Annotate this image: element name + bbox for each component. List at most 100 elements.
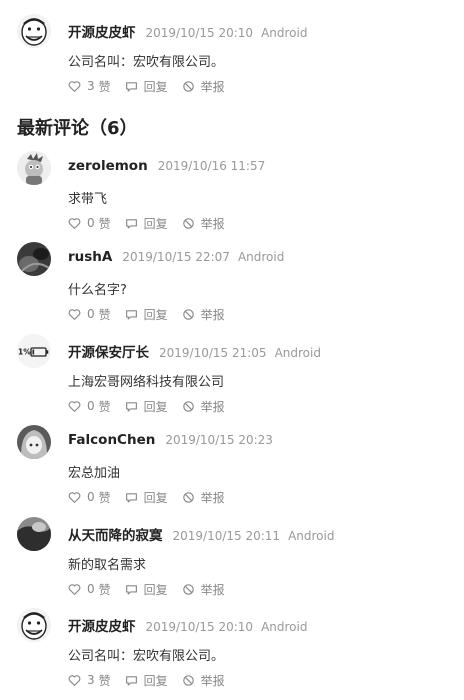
- dark-photo-avatar[interactable]: [17, 242, 51, 276]
- comment-actions: 3 赞 回复 举报: [68, 77, 239, 95]
- report-button[interactable]: 举报: [182, 398, 225, 415]
- comment-text: 什么名字?: [68, 283, 127, 298]
- like-button[interactable]: 3 赞: [68, 78, 111, 95]
- report-button[interactable]: 举报: [182, 215, 225, 232]
- like-count: 0: [87, 307, 95, 321]
- like-count: 3: [87, 673, 95, 687]
- comment-author[interactable]: 开源皮皮虾: [68, 615, 136, 635]
- comment-author[interactable]: 开源皮皮虾: [68, 21, 136, 41]
- reply-button[interactable]: 回复: [125, 215, 168, 232]
- report-label: 举报: [200, 582, 225, 597]
- comment-device: Android: [237, 250, 285, 264]
- comment-device: Android: [288, 529, 335, 543]
- reply-button[interactable]: 回复: [125, 672, 168, 689]
- reply-label: 回复: [143, 216, 168, 231]
- like-label: 赞: [98, 673, 111, 688]
- comment-meta: 开源皮皮虾 2019/10/15 20:10 Android: [68, 21, 307, 41]
- cartoon-character-avatar[interactable]: [17, 151, 51, 185]
- comment-meta: zerolemon 2019/10/16 11:57: [68, 158, 273, 178]
- like-count: 0: [87, 216, 95, 230]
- comment-author[interactable]: 开源保安厅长: [68, 341, 149, 361]
- like-label: 赞: [98, 79, 111, 94]
- comment-time: 2019/10/15 20:23: [165, 433, 273, 447]
- heart-icon: [68, 583, 81, 595]
- comment-text: 新的取名需求: [68, 558, 147, 573]
- comment-time: 2019/10/15 21:05: [159, 346, 267, 360]
- comment-item: 从天而降的寂寞 2019/10/15 20:11 Android 新的取名需求 …: [0, 517, 464, 609]
- report-label: 举报: [200, 399, 225, 414]
- like-button[interactable]: 0 赞: [68, 306, 111, 323]
- comment-bubble-icon: [125, 218, 137, 229]
- report-button[interactable]: 举报: [182, 78, 225, 95]
- comment-actions: 0 赞 回复 举报: [68, 214, 239, 232]
- ban-icon: [182, 674, 194, 686]
- heart-icon: [68, 308, 81, 320]
- like-button[interactable]: 0 赞: [68, 398, 111, 415]
- comment-item: FalconChen 2019/10/15 20:23 宏总加油 0 赞 回复 …: [0, 425, 464, 517]
- like-button[interactable]: 0 赞: [68, 489, 111, 506]
- like-button[interactable]: 0 赞: [68, 215, 111, 232]
- comment-item: 开源皮皮虾 2019/10/15 20:10 Android 公司名叫：宏吹有限…: [0, 608, 464, 700]
- report-button[interactable]: 举报: [182, 581, 225, 598]
- comment-text: 求带飞: [68, 192, 108, 207]
- battery-percent: 1%: [18, 348, 31, 357]
- comment-time: 2019/10/16 11:57: [157, 159, 266, 173]
- reply-label: 回复: [143, 582, 168, 597]
- comment-bubble-icon: [125, 81, 137, 92]
- reply-button[interactable]: 回复: [125, 398, 168, 415]
- comment-actions: 3 赞 回复 举报: [68, 671, 239, 689]
- comment-item: zerolemon 2019/10/16 11:57 求带飞 0 赞 回复 举报: [0, 151, 464, 243]
- meme-face-avatar[interactable]: [17, 608, 51, 642]
- report-label: 举报: [200, 307, 225, 322]
- comment-meta: FalconChen 2019/10/15 20:23: [68, 432, 281, 452]
- comment-author[interactable]: FalconChen: [68, 432, 155, 448]
- comment-device: Android: [261, 620, 308, 634]
- reply-label: 回复: [143, 79, 168, 94]
- ban-icon: [182, 80, 194, 92]
- like-button[interactable]: 0 赞: [68, 581, 111, 598]
- reply-button[interactable]: 回复: [125, 489, 168, 506]
- comment-author[interactable]: 从天而降的寂寞: [68, 524, 163, 544]
- comment-meta: 从天而降的寂寞 2019/10/15 20:11 Android: [68, 524, 334, 544]
- comment-bubble-icon: [125, 675, 137, 686]
- comment-time: 2019/10/15 20:10: [145, 620, 254, 634]
- grayscale-photo-avatar[interactable]: [17, 517, 51, 551]
- reply-label: 回复: [143, 490, 168, 505]
- comment-bubble-icon: [125, 309, 137, 320]
- comment-item: rushA 2019/10/15 22:07 Android 什么名字? 0 赞…: [0, 242, 464, 334]
- report-button[interactable]: 举报: [182, 489, 225, 506]
- comment-text: 公司名叫：宏吹有限公司。: [68, 55, 225, 70]
- reply-button[interactable]: 回复: [125, 78, 168, 95]
- report-label: 举报: [200, 490, 225, 505]
- heart-icon: [68, 80, 81, 92]
- like-label: 赞: [98, 399, 111, 414]
- comment-time: 2019/10/15 20:10: [145, 26, 254, 40]
- comment-text: 公司名叫：宏吹有限公司。: [68, 649, 225, 664]
- reply-button[interactable]: 回复: [125, 306, 168, 323]
- report-button[interactable]: 举报: [182, 672, 225, 689]
- comment-bubble-icon: [125, 401, 137, 412]
- comment-author[interactable]: rushA: [68, 249, 112, 265]
- comment-meta: 开源皮皮虾 2019/10/15 20:10 Android: [68, 615, 307, 635]
- comment-author[interactable]: zerolemon: [68, 158, 148, 174]
- ban-icon: [182, 491, 194, 503]
- report-label: 举报: [200, 79, 225, 94]
- report-button[interactable]: 举报: [182, 306, 225, 323]
- comment-text: 宏总加油: [68, 466, 121, 481]
- like-count: 3: [87, 79, 95, 93]
- anime-girl-avatar[interactable]: [17, 425, 51, 459]
- comment-text: 上海宏哥网络科技有限公司: [68, 375, 225, 390]
- comment-actions: 0 赞 回复 举报: [68, 580, 239, 598]
- section-title: 最新评论（6）: [17, 118, 138, 139]
- reply-button[interactable]: 回复: [125, 581, 168, 598]
- like-label: 赞: [98, 582, 111, 597]
- like-button[interactable]: 3 赞: [68, 672, 111, 689]
- meme-face-avatar[interactable]: [17, 14, 51, 48]
- report-label: 举报: [200, 673, 225, 688]
- ban-icon: [182, 308, 194, 320]
- ban-icon: [182, 400, 194, 412]
- reply-label: 回复: [143, 399, 168, 414]
- pinned-comment: 开源皮皮虾 2019/10/15 20:10 Android 公司名叫：宏吹有限…: [0, 14, 464, 106]
- battery-avatar[interactable]: 1%: [17, 334, 51, 368]
- like-label: 赞: [98, 307, 111, 322]
